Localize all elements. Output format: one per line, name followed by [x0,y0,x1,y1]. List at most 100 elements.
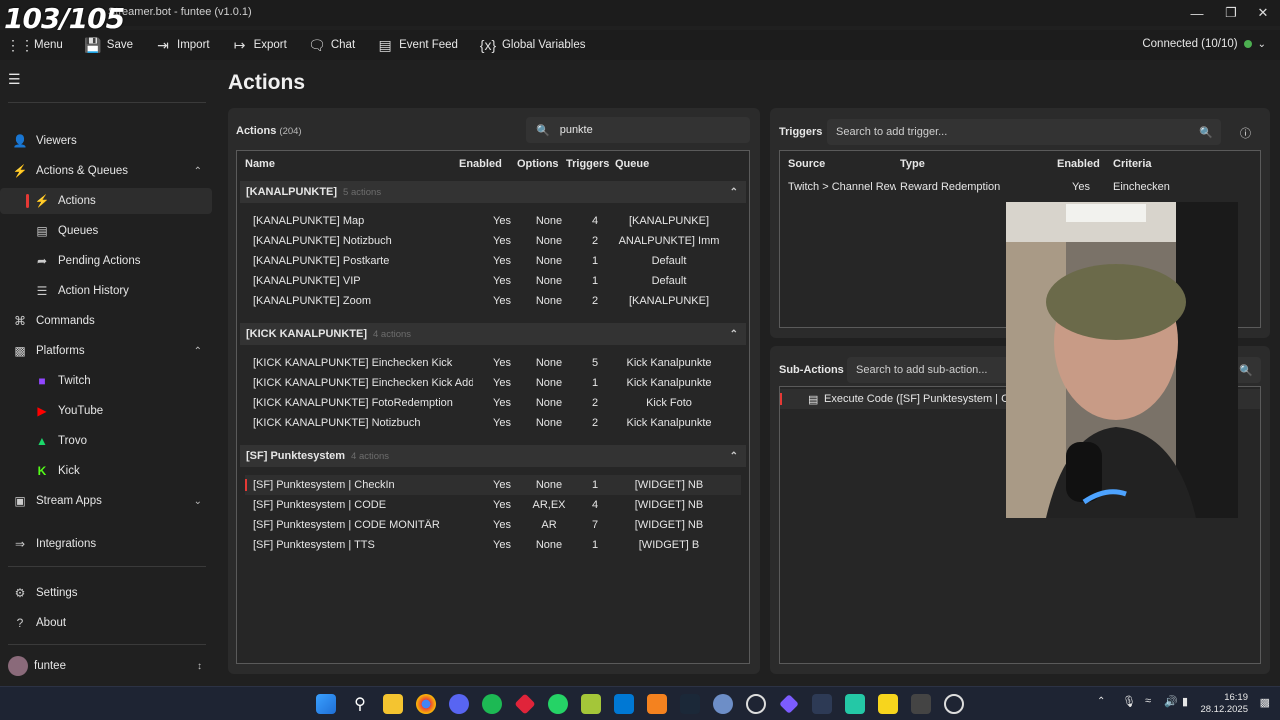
volume-icon[interactable]: 🔊 [1164,695,1178,708]
action-queue: [WIDGET] NB [634,519,704,531]
action-row[interactable]: [KICK KANALPUNKTE] Einchecken Kick Add Ye… [245,373,741,393]
spotify-icon[interactable] [482,694,502,714]
column-header-criteria[interactable]: Criteria [1113,158,1152,170]
sidebar-item-twitch[interactable]: ■ Twitch [0,368,212,394]
action-row[interactable]: [KANALPUNKTE] Notizbuch Yes None 2 ANALPUNKT… [245,231,741,251]
code-icon: ▤ [808,394,819,406]
sidebar-item-label: Pending Actions [58,255,141,267]
info-icon[interactable]: ⓘ [1240,125,1251,141]
column-header-queue[interactable]: Queue [615,158,649,170]
streamerbot-icon[interactable] [779,694,799,714]
export-button[interactable]: ↦ Export [232,37,287,53]
steam-icon[interactable] [680,694,700,714]
chat-button[interactable]: 🗨 Chat [307,36,355,53]
whatsapp-icon[interactable] [548,694,568,714]
sidebar-item-settings[interactable]: ⚙ Settings [0,580,212,606]
app-icon[interactable] [581,694,601,714]
sidebar-item-stream-apps[interactable]: ▣ Stream Apps ⌄ [0,488,212,514]
event-feed-button[interactable]: ▤ Event Feed [377,37,458,53]
column-header-type[interactable]: Type [900,158,925,170]
app-icon[interactable] [647,694,667,714]
sidebar-item-queues[interactable]: ▤ Queues [0,218,212,244]
chevron-up-icon[interactable]: ⌃ [730,329,738,340]
trigger-row[interactable]: Twitch > Channel Rewa Reward Redemption … [780,177,1260,197]
column-header-enabled[interactable]: Enabled [1057,158,1100,170]
actions-search-value: punkte [559,124,593,136]
sidebar-item-about[interactable]: ? About [0,610,212,636]
hamburger-icon[interactable]: ☰ [8,66,32,92]
chevron-up-icon[interactable]: ⌃ [730,451,738,462]
global-variables-button[interactable]: {x} Global Variables [480,37,586,53]
app-icon[interactable] [713,694,733,714]
action-group-header[interactable]: [SF] Punktesystem 4 actions ⌃ [240,445,746,467]
column-header-triggers[interactable]: Triggers [566,158,609,170]
minimize-icon[interactable]: — [1180,0,1214,26]
user-menu[interactable]: funtee ↕ [0,653,212,679]
sidebar-item-action-history[interactable]: ☰ Action History [0,278,212,304]
app-icon[interactable] [911,694,931,714]
sidebar-item-commands[interactable]: ⌘ Commands [0,308,212,334]
sidebar-item-kick[interactable]: K Kick [0,458,212,484]
page-title: Actions [228,71,306,94]
menu-button[interactable]: ⋮⋮ Menu [6,37,63,53]
chatgpt-icon[interactable] [944,694,964,714]
chevron-up-icon[interactable]: ⌃ [1097,696,1105,707]
action-row[interactable]: [KANALPUNKTE] Map Yes None 4 [KANALPUNKE] [245,211,741,231]
app-icon[interactable] [845,694,865,714]
chat-icon: 🗨 [307,36,326,53]
action-group-header[interactable]: [KANALPUNKTE] 5 actions ⌃ [240,181,746,203]
action-row[interactable]: [KANALPUNKTE] Zoom Yes None 2 [KANALPUNKE] [245,291,741,311]
sidebar-item-actions[interactable]: ⚡ Actions [0,188,212,214]
chrome-icon[interactable] [416,694,436,714]
action-row[interactable]: [KICK KANALPUNKTE] Notizbuch Yes None 2 Kick… [245,413,741,433]
wifi-icon[interactable]: ≈ [1145,695,1151,707]
action-row[interactable]: [KICK KANALPUNKTE] Einchecken Kick Yes Non… [245,353,741,373]
sidebar-item-trovo[interactable]: ▲ Trovo [0,428,212,454]
action-row[interactable]: [KANALPUNKTE] Postkarte Yes None 1 Default [245,251,741,271]
sidebar-item-label: Trovo [58,435,87,447]
column-header-options[interactable]: Options [517,158,559,170]
save-button[interactable]: 💾 Save [84,37,133,53]
action-row[interactable]: [SF] Punktesystem | CheckIn Yes None 1 [WIDG… [245,475,741,495]
action-options: AR [541,519,557,531]
sidebar-item-pending-actions[interactable]: ➦ Pending Actions [0,248,212,274]
sidebar-item-actions-queues[interactable]: ⚡ Actions & Queues ⌃ [0,158,212,184]
maximize-icon[interactable]: ❐ [1214,0,1248,26]
connection-status[interactable]: Connected (10/10) ⌄ [1142,38,1266,50]
trigger-search-input[interactable]: Search to add trigger... 🔍 [827,119,1221,145]
action-row[interactable]: [KANALPUNKTE] VIP Yes None 1 Default [245,271,741,291]
sidebar-item-viewers[interactable]: 👤 Viewers [0,128,212,154]
sidebar-item-youtube[interactable]: ▶ YouTube [0,398,212,424]
actions-search-input[interactable]: 🔍 punkte [526,117,750,143]
sidebar-item-platforms[interactable]: ▩ Platforms ⌃ [0,338,212,364]
obs-icon[interactable] [746,694,766,714]
action-queue: Default [651,255,687,267]
action-row[interactable]: [SF] Punktesystem | CODE Yes AR,EX 4 [WIDGET… [245,495,741,515]
title-bar: Streamer.bot - funtee (v1.0.1) — ❐ ✕ [0,0,1280,26]
action-row[interactable]: [SF] Punktesystem | CODE MONITÄR Yes AR 7 [W… [245,515,741,535]
notification-icon[interactable]: ▩ [1260,696,1270,709]
microphone-icon[interactable]: 🎙 [1122,695,1136,708]
chevron-up-icon[interactable]: ⌃ [730,187,738,198]
action-row[interactable]: [SF] Punktesystem | TTS Yes None 1 [WIDGET] … [245,535,741,555]
clock[interactable]: 16:19 28.12.2025 [1200,692,1248,716]
sidebar-item-integrations[interactable]: ⇒ Integrations [0,531,212,557]
column-header-name[interactable]: Name [245,158,275,170]
action-triggers: 2 [591,295,599,307]
vscode-icon[interactable] [614,694,634,714]
action-enabled: Yes [493,417,511,429]
column-header-enabled[interactable]: Enabled [459,158,502,170]
search-icon[interactable]: ⚲ [350,694,370,714]
app-icon[interactable] [812,694,832,714]
close-icon[interactable]: ✕ [1246,0,1280,26]
sticky-notes-icon[interactable] [878,694,898,714]
file-explorer-icon[interactable] [383,694,403,714]
import-button[interactable]: ⇥ Import [155,37,209,53]
action-group-header[interactable]: [KICK KANALPUNKTE] 4 actions ⌃ [240,323,746,345]
discord-icon[interactable] [449,694,469,714]
column-header-source[interactable]: Source [788,158,825,170]
battery-icon[interactable]: ▮ [1182,695,1188,708]
app-icon[interactable] [514,693,536,715]
windows-start-icon[interactable] [316,694,336,714]
action-row[interactable]: [KICK KANALPUNKTE] FotoRedemption Yes None… [245,393,741,413]
